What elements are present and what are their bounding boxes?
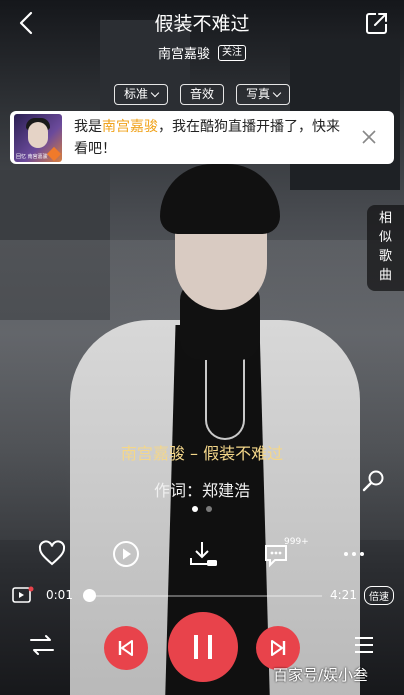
like-button[interactable] bbox=[36, 538, 68, 570]
photo-mode-select[interactable]: 写真 bbox=[236, 84, 291, 105]
comment-count-badge: 999+ bbox=[284, 537, 309, 547]
seek-bar[interactable] bbox=[88, 595, 322, 597]
download-icon bbox=[190, 542, 217, 566]
artist-name[interactable]: 南宫嘉骏 bbox=[158, 43, 210, 62]
video-icon bbox=[12, 586, 34, 603]
play-mode-button[interactable] bbox=[28, 632, 56, 658]
banner-thumbnail: 回忆 南宫嘉骏 bbox=[14, 113, 62, 162]
necklace bbox=[205, 350, 245, 440]
mv-button[interactable] bbox=[110, 538, 142, 570]
tag-icon bbox=[46, 146, 62, 161]
shuffle-icon bbox=[30, 635, 54, 655]
playlist-icon bbox=[355, 637, 373, 653]
artist-row: 南宫嘉骏 关注 bbox=[0, 43, 404, 62]
heart-icon bbox=[38, 540, 66, 566]
photo-mode-label: 写真 bbox=[246, 87, 271, 101]
download-button[interactable] bbox=[186, 538, 218, 570]
share-button[interactable] bbox=[362, 8, 392, 38]
chevron-down-icon bbox=[150, 88, 160, 97]
watermark: 百家号/娱小叁 bbox=[273, 666, 369, 684]
lyric-search-button[interactable] bbox=[360, 468, 386, 494]
banner-artist-highlight: 南宫嘉骏 bbox=[102, 118, 158, 135]
hair bbox=[160, 164, 280, 234]
page-dot bbox=[206, 506, 212, 512]
lyric-next-line[interactable]: 作词：郑建浩 bbox=[0, 477, 404, 501]
video-button[interactable] bbox=[12, 586, 34, 604]
quality-label: 标准 bbox=[123, 87, 148, 101]
pause-icon bbox=[194, 635, 212, 659]
progress-row: 0:01 4:21 倍速 bbox=[0, 582, 404, 608]
follow-button[interactable]: 关注 bbox=[218, 44, 246, 61]
skip-previous-icon bbox=[118, 640, 133, 656]
player-header: 假装不难过 南宫嘉骏 关注 bbox=[0, 0, 404, 80]
lyric-current-line[interactable]: 南宫嘉骏 – 假装不难过 bbox=[0, 440, 404, 464]
total-time: 4:21 bbox=[330, 588, 357, 602]
sound-effect-button[interactable]: 音效 bbox=[179, 84, 224, 105]
action-bar bbox=[0, 538, 404, 574]
more-icon bbox=[344, 552, 364, 556]
close-icon bbox=[362, 130, 376, 144]
playlist-button[interactable] bbox=[350, 632, 378, 658]
seek-handle[interactable] bbox=[83, 589, 96, 602]
playback-speed-button[interactable]: 倍速 bbox=[364, 586, 394, 605]
song-title: 假装不难过 bbox=[154, 13, 250, 35]
sound-effect-label: 音效 bbox=[189, 87, 214, 101]
more-button[interactable] bbox=[338, 538, 370, 570]
previous-button[interactable] bbox=[104, 626, 148, 670]
share-icon bbox=[366, 13, 387, 34]
page-indicator bbox=[0, 506, 404, 512]
quality-select[interactable]: 标准 bbox=[113, 84, 168, 105]
current-time: 0:01 bbox=[46, 588, 73, 602]
pause-button[interactable] bbox=[168, 612, 238, 682]
player-options: 标准 音效 写真 bbox=[0, 84, 404, 105]
chevron-down-icon bbox=[272, 88, 282, 97]
banner-close-button[interactable] bbox=[360, 128, 378, 146]
thumbnail-caption: 回忆 南宫嘉骏 bbox=[16, 153, 48, 160]
play-circle-icon bbox=[113, 541, 139, 567]
similar-songs-tab[interactable]: 相 似 歌 曲 bbox=[367, 205, 404, 291]
search-icon bbox=[362, 470, 384, 492]
banner-message: 我是南宫嘉骏，我在酷狗直播开播了，快来看吧！ bbox=[74, 118, 340, 157]
live-stream-banner[interactable]: 回忆 南宫嘉骏 我是南宫嘉骏，我在酷狗直播开播了，快来看吧！ bbox=[10, 111, 394, 164]
page-dot bbox=[192, 506, 198, 512]
